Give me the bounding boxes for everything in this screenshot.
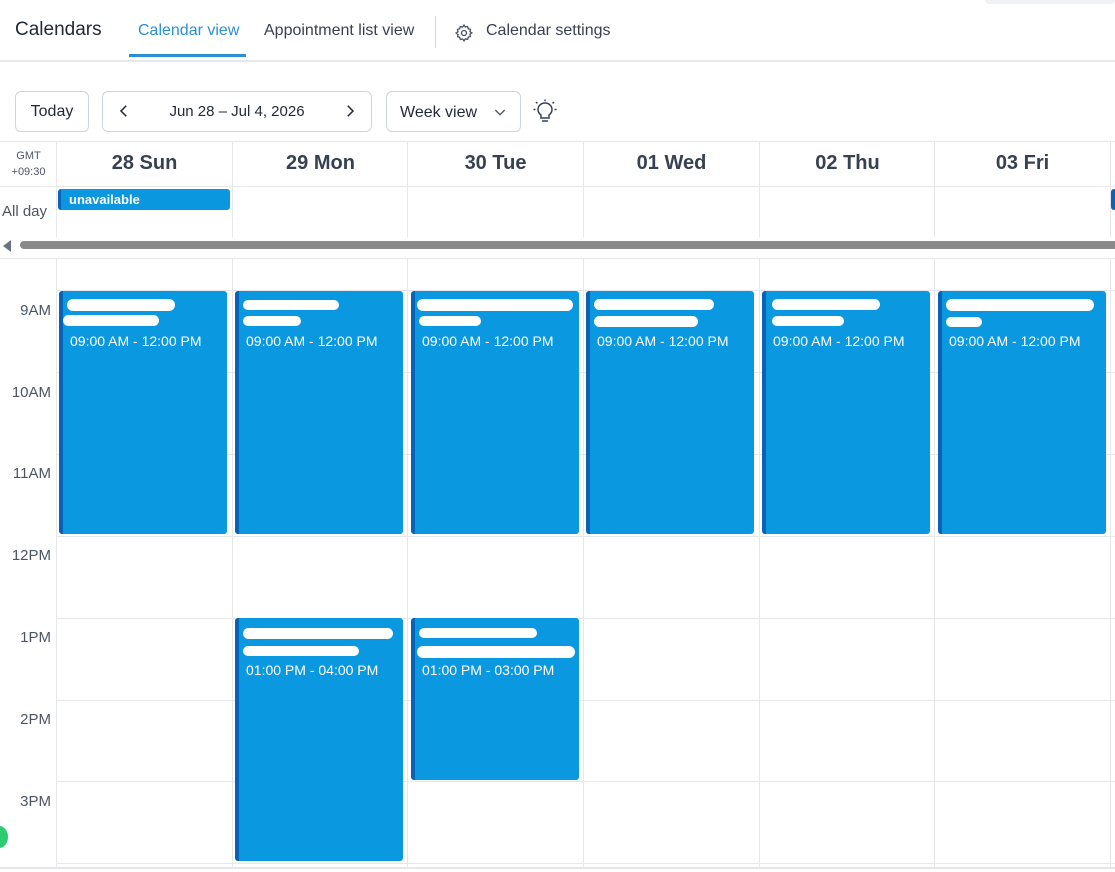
page-title: Calendars — [15, 19, 102, 40]
column-divider — [232, 141, 233, 237]
redacted-address — [243, 628, 393, 639]
view-select[interactable]: Week view — [386, 91, 521, 132]
chevron-right-icon[interactable] — [341, 102, 359, 120]
event-time: 09:00 AM - 12:00 PM — [597, 333, 729, 349]
column-divider — [232, 258, 233, 868]
grid-bottom-border — [0, 867, 1115, 869]
redacted-address — [67, 299, 175, 311]
column-divider — [1110, 258, 1111, 868]
scroll-left-arrow-icon[interactable] — [3, 240, 11, 252]
active-tab-indicator — [129, 54, 246, 57]
redacted-address — [946, 317, 982, 327]
topbar-edge-shadow — [985, 0, 1115, 4]
hour-label-11am: 11AM — [12, 465, 51, 482]
column-divider — [1110, 141, 1111, 237]
hour-label-10am: 10AM — [11, 384, 51, 401]
hour-label-2pm: 2PM — [20, 711, 51, 728]
timezone-label: GMT +09:30 — [0, 148, 57, 180]
day-header-thu[interactable]: 02 Thu — [760, 152, 935, 175]
appointment-event[interactable]: 09:00 AM - 12:00 PM — [411, 291, 579, 534]
redacted-address — [243, 300, 339, 310]
appointment-event[interactable]: 09:00 AM - 12:00 PM — [586, 291, 754, 534]
day-header-tue[interactable]: 30 Tue — [408, 152, 583, 175]
scrollbar-thumb[interactable] — [20, 241, 1115, 249]
redacted-address — [419, 316, 481, 326]
redacted-address — [417, 299, 573, 311]
hour-label-3pm: 3PM — [20, 793, 51, 810]
hour-gridline — [57, 618, 1115, 619]
hour-label-12pm: 12PM — [11, 547, 51, 564]
hour-gridline — [57, 536, 1115, 537]
timezone-label-line1: GMT — [16, 150, 41, 162]
event-time: 09:00 AM - 12:00 PM — [70, 333, 202, 349]
appointment-event[interactable]: 09:00 AM - 12:00 PM — [235, 291, 403, 534]
day-header-fri[interactable]: 03 Fri — [935, 152, 1110, 175]
column-divider — [934, 258, 935, 868]
all-day-event-overflow[interactable] — [1111, 189, 1115, 210]
redacted-address — [243, 316, 301, 326]
all-day-event-label: unavailable — [69, 192, 140, 207]
today-button-label: Today — [30, 102, 74, 120]
gear-icon[interactable] — [454, 23, 474, 43]
all-day-event[interactable]: unavailable — [58, 189, 230, 210]
redacted-address — [594, 299, 714, 310]
column-divider — [583, 141, 584, 237]
tab-calendar-settings[interactable]: Calendar settings — [486, 22, 611, 40]
timezone-label-line2: +09:30 — [11, 166, 46, 178]
event-time: 09:00 AM - 12:00 PM — [773, 333, 905, 349]
redacted-address — [946, 299, 1094, 311]
column-divider — [583, 258, 584, 868]
day-header-mon[interactable]: 29 Mon — [233, 152, 408, 175]
event-time: 09:00 AM - 12:00 PM — [246, 333, 378, 349]
tab-divider — [435, 16, 436, 48]
chevron-down-icon — [494, 109, 506, 116]
appointment-event[interactable]: 01:00 PM - 03:00 PM — [411, 618, 579, 780]
hour-label-9am: 9AM — [20, 302, 51, 319]
tab-appointment-list-view[interactable]: Appointment list view — [264, 22, 414, 40]
event-time: 09:00 AM - 12:00 PM — [422, 333, 554, 349]
appointment-event[interactable]: 09:00 AM - 12:00 PM — [762, 291, 930, 534]
event-time: 01:00 PM - 03:00 PM — [422, 662, 555, 678]
top-navigation-bar: Calendars Calendar view Appointment list… — [0, 0, 1115, 62]
column-divider — [407, 141, 408, 237]
appointment-event[interactable]: 09:00 AM - 12:00 PM — [59, 291, 227, 534]
redacted-address — [419, 628, 537, 638]
appointment-event[interactable]: 09:00 AM - 12:00 PM — [938, 291, 1106, 534]
redacted-address — [772, 299, 880, 310]
event-time: 01:00 PM - 04:00 PM — [246, 662, 379, 678]
redacted-address — [594, 316, 698, 327]
hour-gridline — [57, 700, 1115, 701]
day-header-sun[interactable]: 28 Sun — [57, 152, 232, 175]
date-range-navigator: Jun 28 – Jul 4, 2026 — [102, 91, 372, 132]
tab-calendar-view[interactable]: Calendar view — [138, 22, 239, 40]
today-button[interactable]: Today — [15, 91, 89, 132]
all-day-row: All day unavailable — [0, 187, 1115, 237]
day-header-wed[interactable]: 01 Wed — [584, 152, 759, 175]
horizontal-scrollbar[interactable] — [0, 238, 1115, 252]
lightbulb-icon[interactable] — [533, 99, 557, 125]
column-divider — [934, 141, 935, 237]
event-time: 09:00 AM - 12:00 PM — [949, 333, 1081, 349]
column-divider — [759, 141, 760, 237]
all-day-label: All day — [2, 203, 48, 220]
hour-gridline — [57, 781, 1115, 782]
hour-gridline — [57, 863, 1115, 864]
date-range-label: Jun 28 – Jul 4, 2026 — [169, 103, 305, 120]
redacted-address — [63, 315, 159, 326]
redacted-address — [417, 646, 575, 658]
column-divider — [56, 258, 57, 868]
redacted-address — [243, 646, 359, 656]
redacted-address — [772, 316, 844, 326]
column-divider — [407, 258, 408, 868]
hour-label-1pm: 1PM — [20, 629, 51, 646]
column-divider — [759, 258, 760, 868]
appointment-event[interactable]: 01:00 PM - 04:00 PM — [235, 618, 403, 861]
view-select-value: Week view — [400, 104, 478, 121]
calendar-day-header: GMT +09:30 28 Sun 29 Mon 30 Tue 01 Wed 0… — [0, 141, 1115, 187]
column-divider — [56, 141, 57, 237]
